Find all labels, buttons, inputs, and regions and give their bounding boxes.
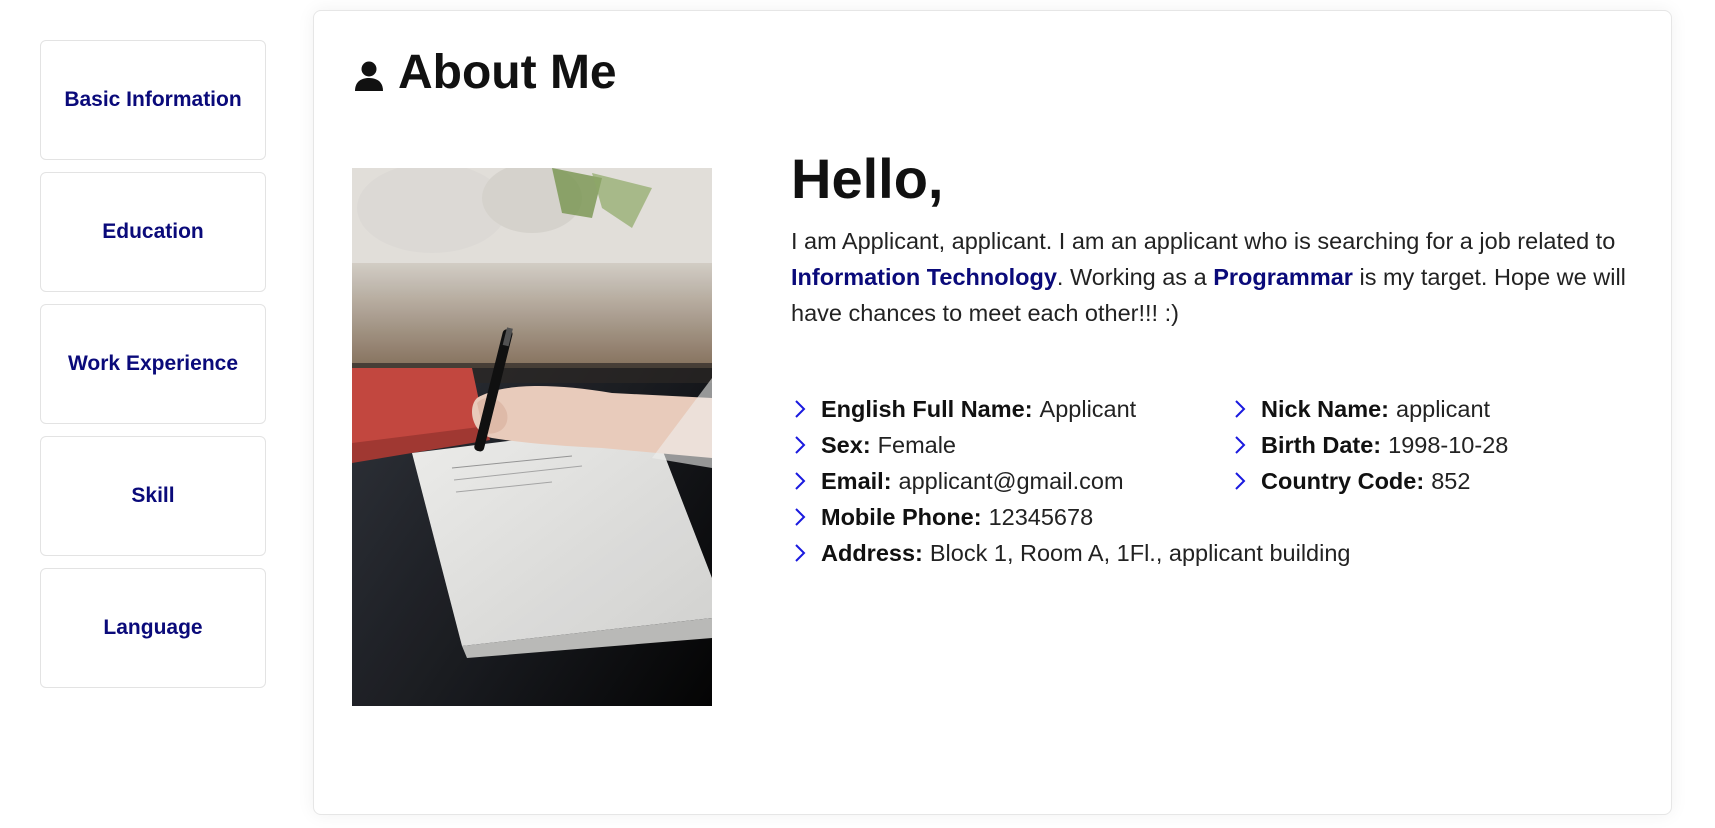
chevron-right-icon	[795, 508, 806, 527]
info-value: 12345678	[988, 503, 1094, 530]
sidebar-item-education[interactable]: Education	[40, 172, 266, 292]
sidebar-item-language[interactable]: Language	[40, 568, 266, 688]
info-label: Nick Name:	[1261, 395, 1389, 422]
section-header: About Me	[354, 45, 617, 100]
page: Basic Information Education Work Experie…	[0, 0, 1715, 828]
chevron-right-icon	[1235, 400, 1246, 419]
chevron-right-icon	[795, 472, 806, 491]
chevron-right-icon	[795, 436, 806, 455]
about-content: Hello, I am Applicant, applicant. I am a…	[791, 147, 1651, 591]
sidebar-item-label: Work Experience	[67, 352, 239, 375]
info-label: Birth Date:	[1261, 431, 1382, 458]
info-label: Email:	[821, 467, 892, 494]
sidebar-item-work-experience[interactable]: Work Experience	[40, 304, 266, 424]
info-label: Sex:	[821, 431, 871, 458]
intro-highlight-role: Programmar	[1213, 264, 1353, 291]
intro-highlight-field: Information Technology	[791, 264, 1057, 291]
page-title: About Me	[398, 46, 617, 99]
chevron-right-icon	[795, 544, 806, 563]
info-item-nick-name: Nick Name: applicant	[1231, 391, 1508, 427]
chevron-right-icon	[1235, 436, 1246, 455]
sidebar-item-basic-information[interactable]: Basic Information	[40, 40, 266, 160]
info-value: 852	[1431, 467, 1471, 494]
sidebar-item-label: Skill	[131, 484, 175, 507]
about-me-card: About Me Hello, I am Applicant, applican…	[313, 10, 1672, 815]
info-value: applicant@gmail.com	[898, 467, 1124, 494]
info-item-birth-date: Birth Date: 1998-10-28	[1231, 427, 1508, 463]
info-column-right: Nick Name: applicant Birth Date: 1998-10…	[1231, 391, 1508, 499]
info-value: 1998-10-28	[1388, 431, 1509, 458]
chevron-right-icon	[795, 400, 806, 419]
info-label: Address:	[821, 539, 923, 566]
info-label: Country Code:	[1261, 467, 1425, 494]
chevron-right-icon	[1235, 472, 1246, 491]
info-value: Block 1, Room A, 1Fl., applicant buildin…	[929, 539, 1351, 566]
info-label: Mobile Phone:	[821, 503, 982, 530]
sidebar-nav: Basic Information Education Work Experie…	[40, 40, 266, 700]
sidebar-item-label: Education	[102, 220, 204, 243]
profile-photo	[352, 168, 712, 706]
sidebar-item-skill[interactable]: Skill	[40, 436, 266, 556]
info-value: applicant	[1396, 395, 1491, 422]
intro-paragraph: I am Applicant, applicant. I am an appli…	[791, 223, 1651, 331]
info-item-address: Address: Block 1, Room A, 1Fl., applican…	[791, 535, 1351, 571]
sidebar-item-label: Language	[103, 616, 203, 639]
info-value: Female	[877, 431, 957, 458]
intro-text: . Working as a	[1056, 264, 1214, 291]
intro-text: I am Applicant, applicant. I am an appli…	[791, 228, 1616, 255]
personal-info-list: English Full Name: Applicant Sex: Female…	[791, 391, 1651, 591]
info-value: Applicant	[1039, 395, 1137, 422]
info-item-country-code: Country Code: 852	[1231, 463, 1508, 499]
greeting-heading: Hello,	[791, 147, 944, 210]
info-item-mobile-phone: Mobile Phone: 12345678	[791, 499, 1351, 535]
person-icon	[355, 61, 383, 91]
info-label: English Full Name:	[821, 395, 1033, 422]
sidebar-item-label: Basic Information	[64, 88, 242, 111]
